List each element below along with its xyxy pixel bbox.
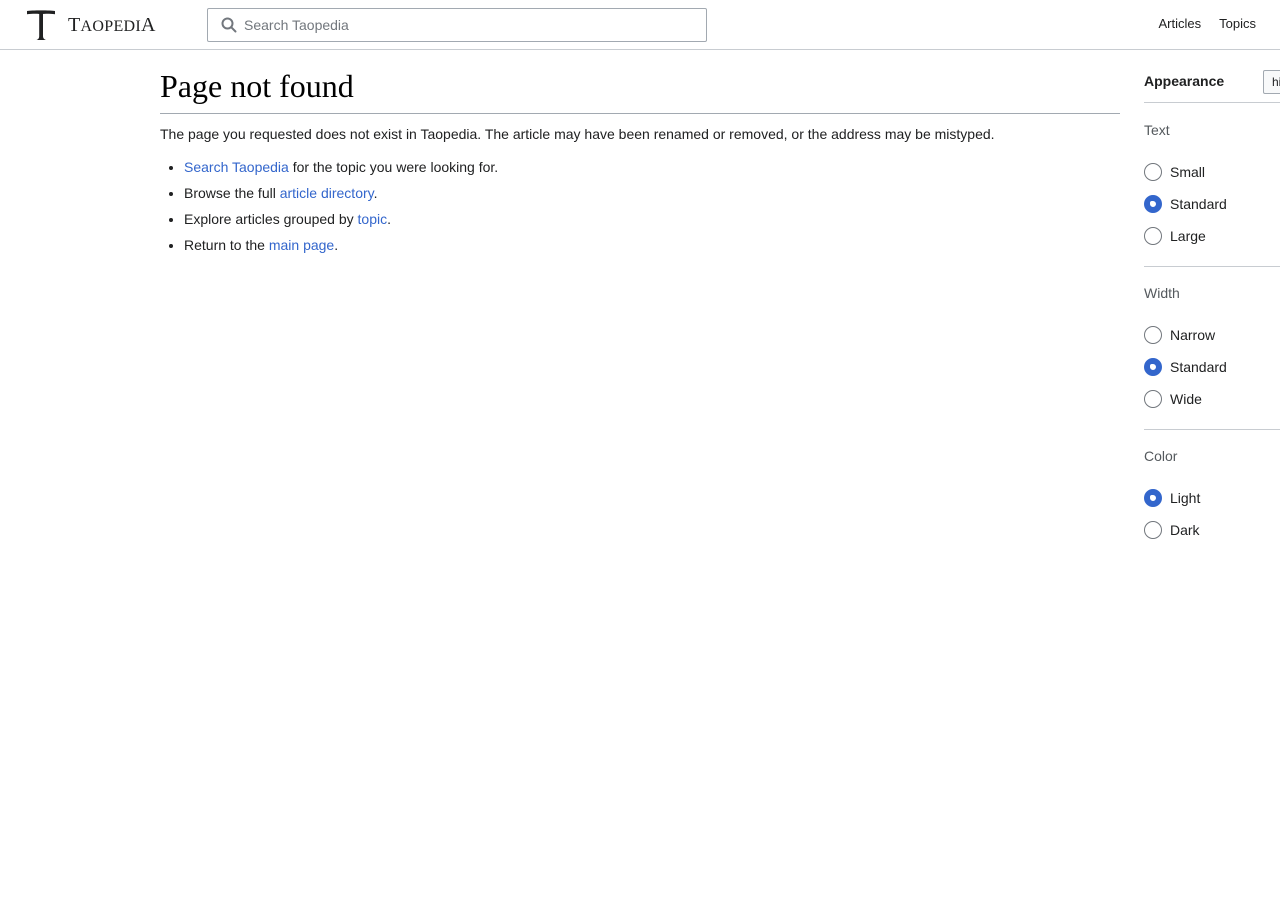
- search-taopedia-link[interactable]: Search Taopedia: [184, 159, 289, 175]
- option-label: Small: [1170, 164, 1206, 180]
- list-item: Search Taopedia for the topic you were l…: [184, 158, 1120, 178]
- suggestion-list: Search Taopedia for the topic you were l…: [160, 158, 1120, 256]
- wordmark-first: T: [68, 14, 81, 36]
- divider: [1144, 429, 1280, 430]
- width-narrow-option[interactable]: Narrow: [1144, 326, 1215, 344]
- color-light-option[interactable]: Light: [1144, 489, 1200, 507]
- wordmark: TAOPEDIA: [68, 15, 156, 35]
- list-item-text: Explore articles grouped by: [184, 210, 358, 227]
- option-label: Standard: [1170, 196, 1227, 212]
- list-item: Return to the main page.: [184, 236, 1120, 256]
- divider: [1144, 266, 1280, 267]
- list-item: Explore articles grouped by topic.: [184, 210, 1120, 230]
- width-standard-option[interactable]: Standard: [1144, 358, 1227, 376]
- list-item-text: .: [334, 237, 339, 254]
- radio-checked-icon[interactable]: [1144, 489, 1162, 507]
- color-dark-option[interactable]: Dark: [1144, 521, 1200, 539]
- width-label: Width: [1144, 285, 1180, 301]
- page-title: Page not found: [160, 50, 1120, 114]
- radio-unchecked-icon[interactable]: [1144, 390, 1162, 408]
- list-item: Browse the full article directory.: [184, 184, 1120, 204]
- text-size-label: Text: [1144, 122, 1170, 138]
- search-box: [207, 8, 707, 42]
- option-label: Dark: [1170, 522, 1200, 538]
- intro-text: The page you requested does not exist in…: [160, 126, 995, 142]
- article-directory-link[interactable]: article directory: [280, 185, 374, 201]
- main-content: Page not found The page you requested do…: [160, 50, 1120, 262]
- radio-unchecked-icon[interactable]: [1144, 227, 1162, 245]
- appearance-panel: Appearance hide Text Small Standard Larg…: [1144, 50, 1280, 650]
- width-wide-option[interactable]: Wide: [1144, 390, 1202, 408]
- list-item-text: for the topic you were looking for.: [288, 158, 499, 175]
- list-item-text: Return to the: [184, 237, 269, 254]
- option-label: Wide: [1170, 391, 1202, 407]
- appearance-title: Appearance: [1144, 73, 1225, 89]
- list-item-text: .: [373, 184, 378, 201]
- option-label: Large: [1170, 228, 1206, 244]
- wordmark-last: A: [141, 14, 156, 36]
- list-item-text: Browse the full: [184, 184, 280, 201]
- radio-unchecked-icon[interactable]: [1144, 521, 1162, 539]
- appearance-header: Appearance hide: [1144, 50, 1280, 103]
- radio-unchecked-icon[interactable]: [1144, 326, 1162, 344]
- color-label: Color: [1144, 448, 1178, 464]
- nav-topics-link[interactable]: Topics: [1219, 16, 1256, 31]
- radio-checked-icon[interactable]: [1144, 195, 1162, 213]
- text-size-standard-option[interactable]: Standard: [1144, 195, 1227, 213]
- site-logo[interactable]: TAOPEDIA: [26, 9, 156, 41]
- text-size-large-option[interactable]: Large: [1144, 227, 1206, 245]
- main-page-link[interactable]: main page: [269, 237, 334, 253]
- search-input[interactable]: [244, 10, 706, 40]
- hide-appearance-button[interactable]: hide: [1263, 70, 1280, 94]
- site-header: TAOPEDIA Articles Topics: [0, 0, 1280, 50]
- radio-checked-icon[interactable]: [1144, 358, 1162, 376]
- nav-articles-link[interactable]: Articles: [1159, 16, 1202, 31]
- radio-unchecked-icon[interactable]: [1144, 163, 1162, 181]
- top-nav: Articles Topics: [1159, 16, 1256, 31]
- option-label: Standard: [1170, 359, 1227, 375]
- option-label: Light: [1170, 490, 1201, 506]
- taopedia-logo-icon: [27, 10, 55, 40]
- option-label: Narrow: [1170, 327, 1216, 343]
- topic-link[interactable]: topic: [358, 211, 388, 227]
- list-item-text: .: [387, 210, 392, 227]
- wordmark-middle: AOPEDI: [80, 18, 141, 35]
- text-size-small-option[interactable]: Small: [1144, 163, 1205, 181]
- search-icon: [221, 17, 237, 33]
